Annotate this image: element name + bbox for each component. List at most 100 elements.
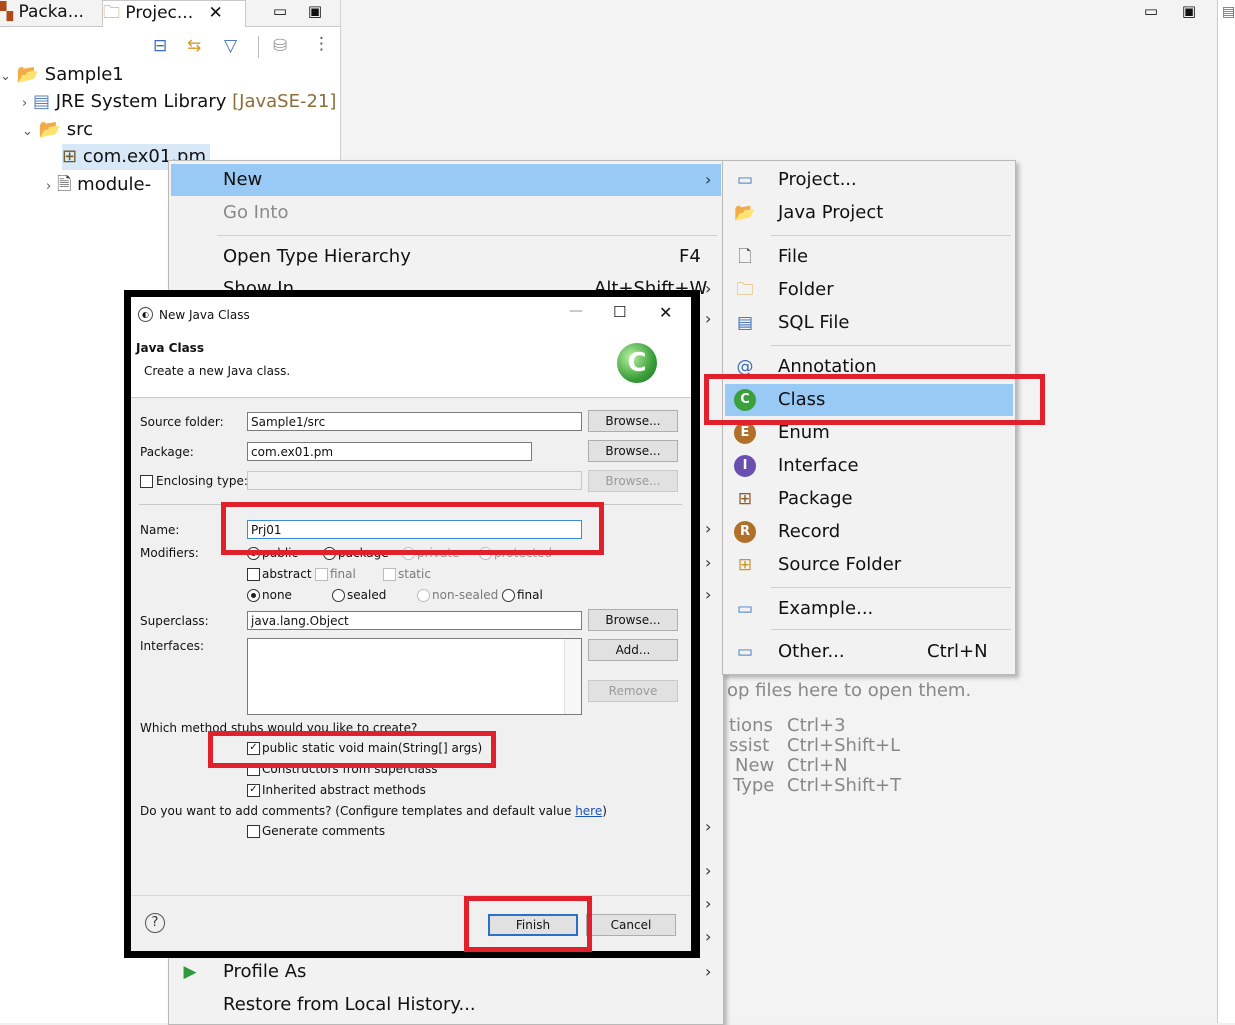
generate-comments-checkbox[interactable] [247, 825, 260, 838]
menu-item-java-project[interactable]: 📂 Java Project [725, 197, 1013, 229]
menu-item-interface[interactable]: I Interface [725, 450, 1013, 482]
toolbar-divider [258, 36, 259, 58]
project-folder-icon: 📂 [16, 64, 40, 85]
source-folder-browse-button[interactable]: Browse... [588, 410, 678, 432]
sealed-radio[interactable] [332, 589, 345, 602]
menu-item-sql-file[interactable]: ▤ SQL File [725, 307, 1013, 339]
menu-item-open-type-hierarchy[interactable]: Open Type Hierarchy F4 [171, 241, 721, 273]
final-radio-label: final [517, 588, 543, 602]
add-interface-button[interactable]: Add... [588, 639, 678, 661]
tab-project-explorer[interactable]: 🗀 Projec... ✕ [102, 0, 246, 27]
expand-arrow-icon[interactable]: ⌄ [22, 124, 33, 139]
package-icon: ⊞ [737, 489, 753, 509]
menu-item-profile-as[interactable]: ▶ Profile As › [171, 956, 721, 988]
close-icon[interactable]: ✕ [659, 303, 672, 322]
final-checkbox[interactable] [315, 568, 328, 581]
cancel-button[interactable]: Cancel [586, 914, 676, 936]
interfaces-list[interactable] [247, 638, 582, 715]
menu-label: Example... [778, 598, 874, 619]
link-with-editor-icon[interactable]: ⇆ [187, 36, 201, 56]
minimize-icon[interactable]: ▭ [1141, 2, 1161, 20]
interface-icon: I [734, 455, 756, 477]
none-radio[interactable] [247, 589, 260, 602]
hint-row: tions Ctrl+3 [729, 715, 846, 736]
inherited-stub-checkbox[interactable]: ✓ [247, 784, 260, 797]
minimize-icon[interactable]: ▭ [270, 2, 290, 20]
abstract-checkbox[interactable] [247, 568, 260, 581]
menu-item-project[interactable]: ▭ Project... [725, 164, 1013, 196]
maximize-icon[interactable]: ☐ [613, 303, 626, 321]
class-wizard-icon: C [617, 343, 657, 383]
remove-interface-button[interactable]: Remove [588, 680, 678, 702]
tree-item-src[interactable]: ⌄ 📂 src [22, 117, 93, 145]
tree-item-project[interactable]: ⌄ 📂 Sample1 [0, 62, 124, 90]
enclosing-type-browse-button[interactable]: Browse... [588, 470, 678, 492]
menu-item-go-into[interactable]: Go Into [171, 197, 721, 229]
source-folder-input[interactable]: Sample1/src [247, 412, 582, 431]
menu-item-package[interactable]: ⊞ Package [725, 483, 1013, 515]
menu-separator [771, 629, 1011, 630]
enclosing-type-input[interactable] [247, 471, 582, 490]
enclosing-type-checkbox[interactable] [140, 475, 153, 488]
collapse-arrow-icon[interactable]: › [22, 96, 27, 111]
collapse-all-icon[interactable]: ⊟ [153, 36, 167, 56]
source-folder-icon: ⊞ [737, 555, 753, 575]
outline-icon[interactable]: ▤ [1222, 4, 1235, 20]
source-folder-icon: 📂 [38, 119, 62, 140]
menu-label: Interface [778, 455, 859, 476]
right-trim: ▤ [1217, 0, 1235, 1023]
non-sealed-label: non-sealed [432, 588, 499, 602]
interfaces-scrollbar[interactable] [564, 639, 581, 714]
view-menu-icon[interactable]: ⋮ [313, 34, 330, 54]
submenu-arrow-icon: › [705, 553, 712, 572]
package-input[interactable]: com.ex01.pm [247, 442, 532, 461]
collapse-arrow-icon[interactable]: › [46, 179, 51, 194]
maximize-icon[interactable]: ▣ [305, 2, 325, 20]
minimize-icon[interactable]: — [569, 303, 583, 319]
menu-label: SQL File [778, 312, 850, 333]
menu-label: New [223, 169, 263, 190]
dialog-description: Create a new Java class. [144, 364, 291, 378]
tab-package-explorer[interactable]: ▚ Packa... [0, 0, 95, 26]
menu-item-example[interactable]: ▭ Example... [725, 593, 1013, 625]
jre-label: JRE System Library [55, 91, 227, 112]
menu-item-record[interactable]: R Record [725, 516, 1013, 548]
menu-label: Open Type Hierarchy [223, 246, 411, 267]
dialog-title: New Java Class [159, 308, 250, 322]
hint-label: tions [729, 715, 773, 736]
package-browse-button[interactable]: Browse... [588, 440, 678, 462]
menu-item-new[interactable]: New › [171, 164, 721, 196]
focus-icon[interactable]: ⛁ [273, 36, 287, 56]
superclass-browse-button[interactable]: Browse... [588, 609, 678, 631]
superclass-input[interactable]: java.lang.Object [247, 611, 582, 630]
submenu-arrow-icon: › [705, 309, 712, 328]
expand-arrow-icon[interactable]: ⌄ [0, 69, 11, 84]
submenu-arrow-icon: › [705, 962, 712, 981]
other-icon: ▭ [736, 642, 754, 662]
menu-item-folder[interactable]: 🗀 Folder [725, 274, 1013, 306]
filter-icon[interactable]: ▽ [224, 36, 237, 56]
hint-row: ssist Ctrl+Shift+L [729, 735, 900, 756]
tree-item-module[interactable]: › 🗎 module- [46, 172, 151, 200]
maximize-icon[interactable]: ▣ [1179, 2, 1199, 20]
abstract-label: abstract [262, 567, 312, 581]
menu-item-restore-history[interactable]: Restore from Local History... [171, 989, 721, 1021]
package-label: Package: [140, 445, 194, 459]
menu-item-file[interactable]: 🗋 File [725, 241, 1013, 273]
submenu-arrow-icon: › [705, 927, 712, 946]
configure-templates-link[interactable]: here [575, 804, 602, 818]
sealed-label: sealed [347, 588, 387, 602]
non-sealed-radio[interactable] [417, 589, 430, 602]
new-java-class-dialog: ◐ New Java Class — ☐ ✕ Java Class Create… [131, 297, 691, 951]
hint-label: ssist [729, 735, 770, 756]
menu-item-source-folder[interactable]: ⊞ Source Folder [725, 549, 1013, 581]
close-tab-icon[interactable]: ✕ [209, 3, 223, 23]
hint-shortcut: Ctrl+N [787, 755, 848, 776]
jre-version: [JavaSE-21] [232, 91, 337, 112]
menu-item-other[interactable]: ▭ Other... Ctrl+N [725, 636, 1013, 668]
menu-label: Folder [778, 279, 834, 300]
static-checkbox[interactable] [383, 568, 396, 581]
final-radio[interactable] [502, 589, 515, 602]
tree-item-jre[interactable]: › ▤ JRE System Library [JavaSE-21] [22, 89, 336, 117]
help-icon[interactable]: ? [145, 913, 165, 933]
